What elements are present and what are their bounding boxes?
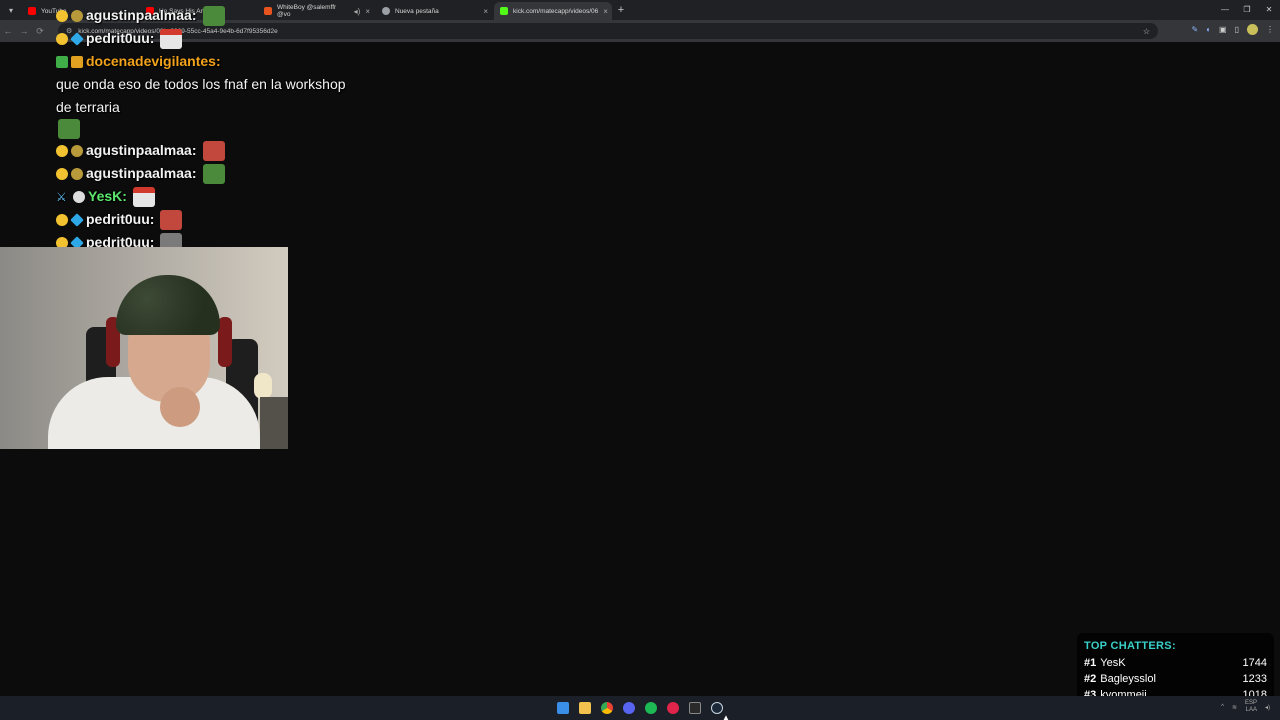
chat-username: pedrit0uu bbox=[86, 211, 150, 227]
chat-username: YesK bbox=[88, 188, 123, 204]
minimize-icon[interactable]: — bbox=[1214, 0, 1236, 20]
windows-taskbar: ^ ≋ ESP LAA ◂) bbox=[0, 696, 1280, 720]
chat-message: pedrit0uu: bbox=[56, 27, 356, 50]
gold-badge-icon bbox=[56, 213, 68, 226]
chatter-name: Bagleysslol bbox=[1100, 673, 1156, 685]
extension-icon[interactable]: ✎ bbox=[1191, 25, 1198, 34]
chat-colon: : bbox=[191, 142, 197, 158]
hand-badge-icon bbox=[73, 190, 85, 203]
chat-username: agustinpaalmaa bbox=[86, 7, 192, 23]
santa-emote-icon bbox=[132, 186, 155, 207]
chat-message: ⚔ YesK: bbox=[56, 185, 356, 208]
chat-colon: : bbox=[191, 165, 197, 181]
new-tab-button[interactable]: + bbox=[612, 4, 630, 16]
close-icon[interactable]: × bbox=[365, 7, 370, 16]
chat-message: agustinpaalmaa: bbox=[56, 4, 356, 27]
close-icon[interactable]: × bbox=[603, 7, 608, 16]
kick-icon bbox=[500, 7, 508, 15]
tab-label: kick.com/matecapp/videos/06 bbox=[513, 7, 599, 15]
chrome-icon[interactable] bbox=[601, 702, 613, 714]
menu-kebab-icon[interactable]: ⋮ bbox=[1266, 25, 1274, 34]
chat-colon: : bbox=[191, 7, 197, 23]
chatter-rank: #1 bbox=[1084, 657, 1097, 669]
window-controls: — ❐ ✕ bbox=[1214, 0, 1280, 20]
top-chatters-title: TOP CHATTERS: bbox=[1084, 640, 1176, 652]
extensions-area: ✎ ◐ ▣ ▯ ⋮ bbox=[1191, 24, 1274, 35]
language-indicator[interactable]: ESP LAA bbox=[1245, 700, 1257, 714]
screen: ▾ YouTube He Says His Amish WhiteBoy @sa… bbox=[0, 0, 1280, 720]
wifi-icon[interactable]: ≋ bbox=[1232, 704, 1237, 711]
red-emote-icon bbox=[202, 140, 225, 161]
youtube-icon bbox=[28, 7, 36, 15]
sword-badge-icon: ⚔ bbox=[56, 189, 67, 204]
chat-colon: : bbox=[149, 30, 155, 46]
chatter-rank: #2 bbox=[1084, 673, 1097, 685]
gold-badge-icon bbox=[56, 167, 68, 180]
tab-search-icon[interactable]: ▾ bbox=[0, 0, 22, 20]
sidebar-icon[interactable]: ▯ bbox=[1235, 25, 1239, 34]
chat-message: agustinpaalmaa: bbox=[56, 139, 356, 162]
lang-code: ESP bbox=[1244, 700, 1257, 706]
coin-badge-icon bbox=[71, 144, 83, 157]
chrome-newtab-icon bbox=[382, 7, 390, 15]
tab-label: Nueva pestaña bbox=[395, 7, 439, 15]
frog-emote-icon bbox=[202, 163, 225, 184]
maximize-icon[interactable]: ❐ bbox=[1236, 0, 1258, 20]
back-icon[interactable]: ← bbox=[0, 26, 16, 36]
lang-layout: LAA bbox=[1245, 707, 1257, 713]
chat-colon: : bbox=[149, 211, 155, 227]
chat-message: agustinpaalmaa: bbox=[56, 162, 356, 185]
webcam-feed bbox=[0, 247, 288, 449]
volume-icon[interactable]: ◂) bbox=[1265, 704, 1270, 711]
forward-icon[interactable]: → bbox=[16, 26, 32, 36]
chatter-count: 1744 bbox=[1242, 657, 1267, 669]
chat-colon: : bbox=[215, 53, 221, 69]
tray-chevron-icon[interactable]: ^ bbox=[1221, 704, 1224, 710]
close-window-icon[interactable]: ✕ bbox=[1258, 0, 1280, 20]
system-tray: ^ ≋ ESP LAA ◂) bbox=[1221, 700, 1270, 714]
extension-icon[interactable]: ◐ bbox=[1206, 25, 1211, 34]
mouse-cursor-icon: ▲ bbox=[722, 713, 730, 720]
close-icon[interactable]: × bbox=[483, 7, 488, 16]
cube-badge-icon bbox=[70, 212, 84, 227]
bookmark-star-icon[interactable]: ☆ bbox=[1143, 27, 1150, 36]
chat-message-text: que onda eso de todos los fnaf en la wor… bbox=[56, 76, 346, 115]
extensions-puzzle-icon[interactable]: ▣ bbox=[1219, 25, 1227, 34]
file-explorer-icon[interactable] bbox=[579, 702, 591, 714]
chat-username: pedrit0uu bbox=[86, 30, 150, 46]
epic-games-icon[interactable] bbox=[689, 702, 701, 714]
opera-gx-icon[interactable] bbox=[667, 702, 679, 714]
chat-username: agustinpaalmaa bbox=[86, 142, 192, 158]
top-chatter-row: #2 Bagleysslol 1233 bbox=[1084, 671, 1267, 687]
tab-new-tab[interactable]: Nueva pestaña × bbox=[376, 2, 494, 20]
gold-badge-icon bbox=[56, 144, 68, 157]
frog-emote-icon bbox=[202, 5, 225, 26]
reload-icon[interactable]: ⟳ bbox=[32, 26, 48, 37]
chat-overlay: agustinpaalmaa: pedrit0uu: docenadevigilan… bbox=[56, 4, 356, 254]
red-emote-icon bbox=[160, 209, 183, 230]
windows-start-icon[interactable] bbox=[557, 702, 569, 714]
frog-emote-icon bbox=[58, 119, 80, 139]
cube-badge-icon bbox=[70, 31, 84, 46]
chat-colon: : bbox=[122, 188, 127, 204]
tab-kick[interactable]: kick.com/matecapp/videos/06 × bbox=[494, 2, 612, 20]
chat-username: agustinpaalmaa bbox=[86, 165, 192, 181]
chatter-name: YesK bbox=[1100, 657, 1126, 669]
coin-badge-icon bbox=[71, 9, 83, 22]
chat-message: docenadevigilantes: que onda eso de todos… bbox=[56, 50, 356, 139]
green-badge-icon bbox=[56, 55, 68, 68]
gold-badge-icon bbox=[56, 32, 68, 45]
chat-username: docenadevigilantes bbox=[86, 53, 216, 69]
chat-message: pedrit0uu: bbox=[56, 208, 356, 231]
discord-icon[interactable] bbox=[623, 702, 635, 714]
box-badge-icon bbox=[71, 55, 83, 68]
chatter-count: 1233 bbox=[1242, 673, 1267, 685]
gold-badge-icon bbox=[56, 9, 68, 22]
top-chatter-row: #1 YesK 1744 bbox=[1084, 655, 1267, 671]
coin-badge-icon bbox=[71, 167, 83, 180]
profile-avatar[interactable] bbox=[1247, 24, 1258, 35]
santa-emote-icon bbox=[160, 28, 183, 49]
spotify-icon[interactable] bbox=[645, 702, 657, 714]
